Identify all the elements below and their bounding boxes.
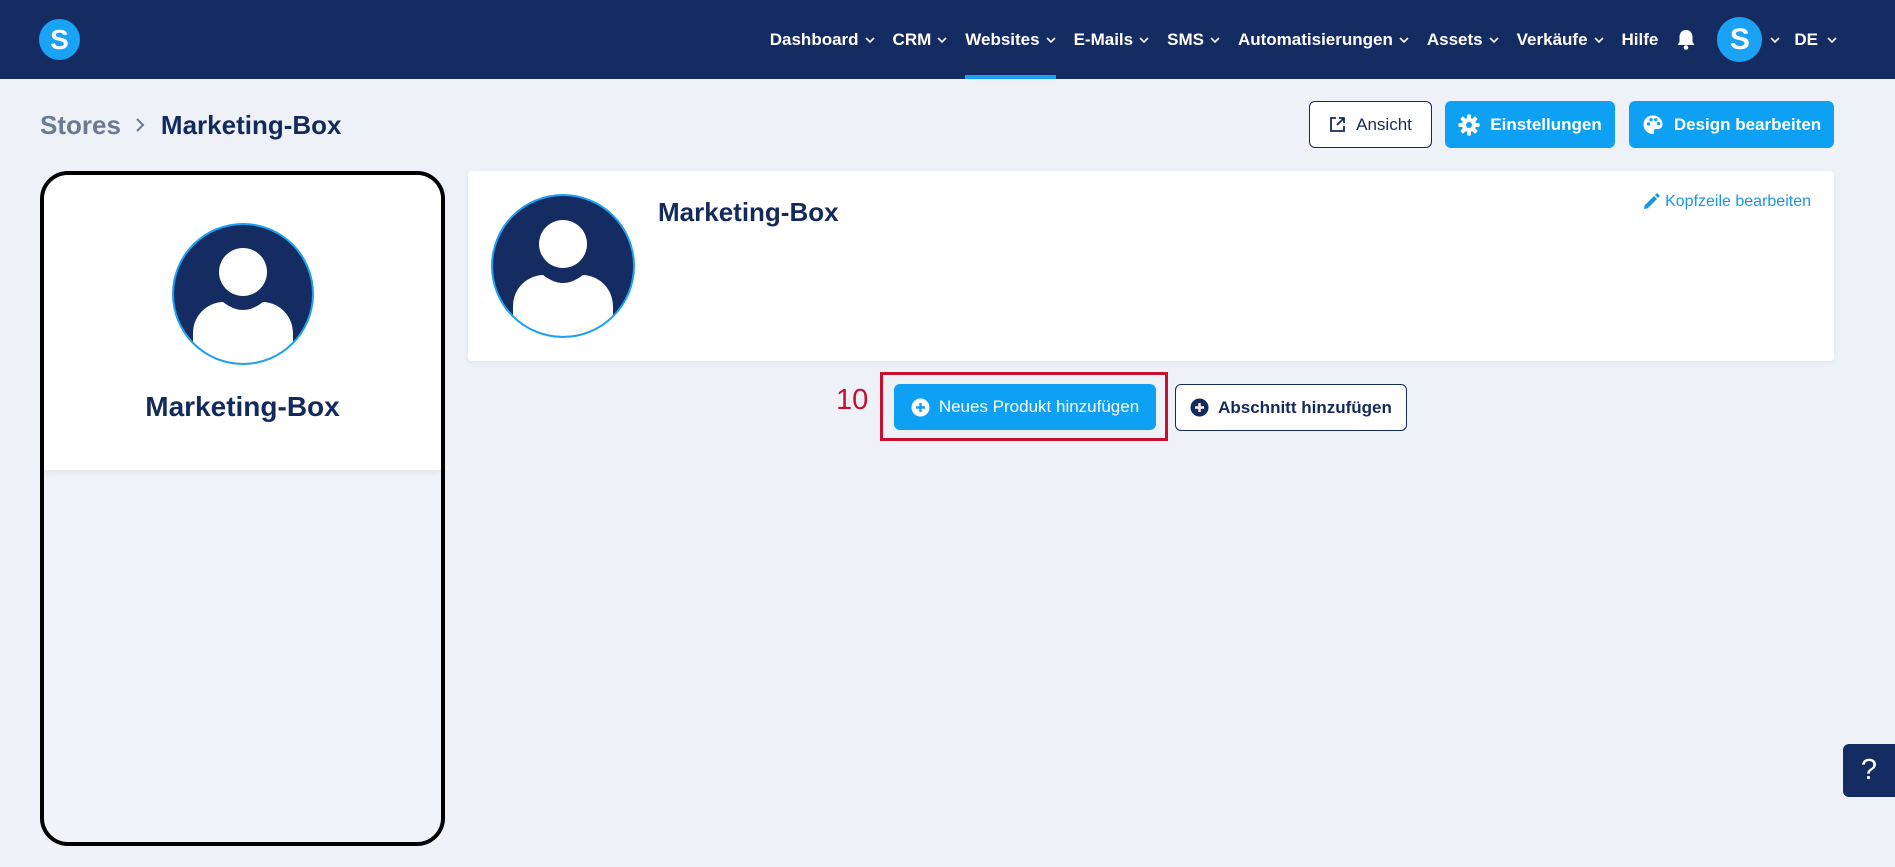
chevron-down-icon	[1593, 35, 1604, 45]
nav-item-websites[interactable]: Websites	[956, 0, 1064, 79]
nav-item-emails[interactable]: E-Mails	[1065, 0, 1159, 79]
nav-item-label: Assets	[1426, 29, 1483, 49]
breadcrumb-current: Marketing-Box	[160, 109, 342, 140]
edit-design-button-label: Design bearbeiten	[1673, 114, 1822, 134]
nav-item-label: Hilfe	[1621, 29, 1659, 49]
chevron-right-icon	[135, 117, 147, 133]
settings-button[interactable]: Einstellungen	[1445, 101, 1615, 148]
palette-icon	[1642, 114, 1664, 136]
nav-item-sms[interactable]: SMS	[1158, 0, 1229, 79]
add-product-label: Neues Produkt hinzufügen	[938, 397, 1140, 416]
add-section-label: Abschnitt hinzufügen	[1218, 397, 1392, 417]
chevron-down-icon	[1489, 35, 1499, 45]
store-title: Marketing-Box	[658, 197, 839, 227]
language-selector[interactable]: DE	[1794, 0, 1837, 79]
edit-header-label: Kopfzeile bearbeiten	[1665, 193, 1811, 210]
chevron-down-icon[interactable]	[1770, 35, 1780, 45]
chevron-down-icon	[1399, 35, 1409, 45]
nav-item-label: SMS	[1167, 29, 1204, 49]
store-header-card: Marketing-Box Kopfzeile bearbeiten	[468, 171, 1834, 361]
app-logo[interactable]: S	[39, 19, 80, 60]
nav-item-automations[interactable]: Automatisierungen	[1229, 0, 1418, 79]
nav-item-label: CRM	[892, 29, 932, 49]
view-button[interactable]: Ansicht	[1309, 101, 1432, 148]
plus-circle-icon	[1190, 398, 1209, 417]
breadcrumb: Stores Marketing-Box	[40, 108, 342, 142]
nav-item-label: Dashboard	[769, 29, 859, 49]
breadcrumb-stores-link[interactable]: Stores	[40, 110, 121, 141]
nav-item-crm[interactable]: CRM	[884, 0, 957, 79]
top-navigation-bar: S Dashboard CRM Websites E-Mails SMS Aut…	[0, 0, 1895, 79]
user-avatar[interactable]: S	[1717, 17, 1763, 62]
pencil-icon	[1642, 193, 1660, 211]
store-avatar-placeholder-icon[interactable]	[490, 193, 636, 339]
gear-icon	[1458, 114, 1480, 136]
nav-item-label: E-Mails	[1073, 29, 1134, 49]
add-product-button[interactable]: Neues Produkt hinzufügen	[894, 384, 1156, 430]
nav-item-label: Websites	[965, 29, 1040, 49]
mobile-preview-header: Marketing-Box	[44, 175, 441, 470]
view-button-label: Ansicht	[1356, 114, 1412, 134]
bell-icon[interactable]	[1673, 0, 1699, 79]
nav-item-sales[interactable]: Verkäufe	[1508, 0, 1613, 79]
settings-button-label: Einstellungen	[1490, 114, 1602, 134]
nav-item-dashboard[interactable]: Dashboard	[761, 0, 884, 79]
plus-circle-icon	[911, 398, 930, 417]
chevron-down-icon	[1046, 35, 1056, 45]
main-nav: Dashboard CRM Websites E-Mails SMS Autom…	[761, 0, 1837, 79]
mobile-preview-frame: Marketing-Box	[40, 171, 445, 846]
external-link-icon	[1329, 116, 1346, 133]
step-number-annotation: 10	[836, 384, 869, 416]
edit-header-link[interactable]: Kopfzeile bearbeiten	[1642, 193, 1811, 211]
language-label: DE	[1794, 29, 1818, 49]
chevron-down-icon	[864, 35, 875, 45]
help-button[interactable]: ?	[1843, 744, 1895, 797]
edit-design-button[interactable]: Design bearbeiten	[1629, 101, 1834, 148]
chevron-down-icon	[1827, 35, 1837, 45]
nav-item-assets[interactable]: Assets	[1418, 0, 1508, 79]
nav-item-help[interactable]: Hilfe	[1613, 0, 1668, 79]
chevron-down-icon	[937, 35, 947, 45]
mobile-preview-store-name: Marketing-Box	[145, 391, 340, 422]
add-section-button[interactable]: Abschnitt hinzufügen	[1175, 384, 1407, 431]
nav-item-label: Verkäufe	[1516, 29, 1588, 49]
chevron-down-icon	[1139, 35, 1149, 45]
chevron-down-icon	[1210, 35, 1220, 45]
store-avatar-placeholder-icon	[171, 222, 315, 366]
nav-item-label: Automatisierungen	[1237, 29, 1393, 49]
